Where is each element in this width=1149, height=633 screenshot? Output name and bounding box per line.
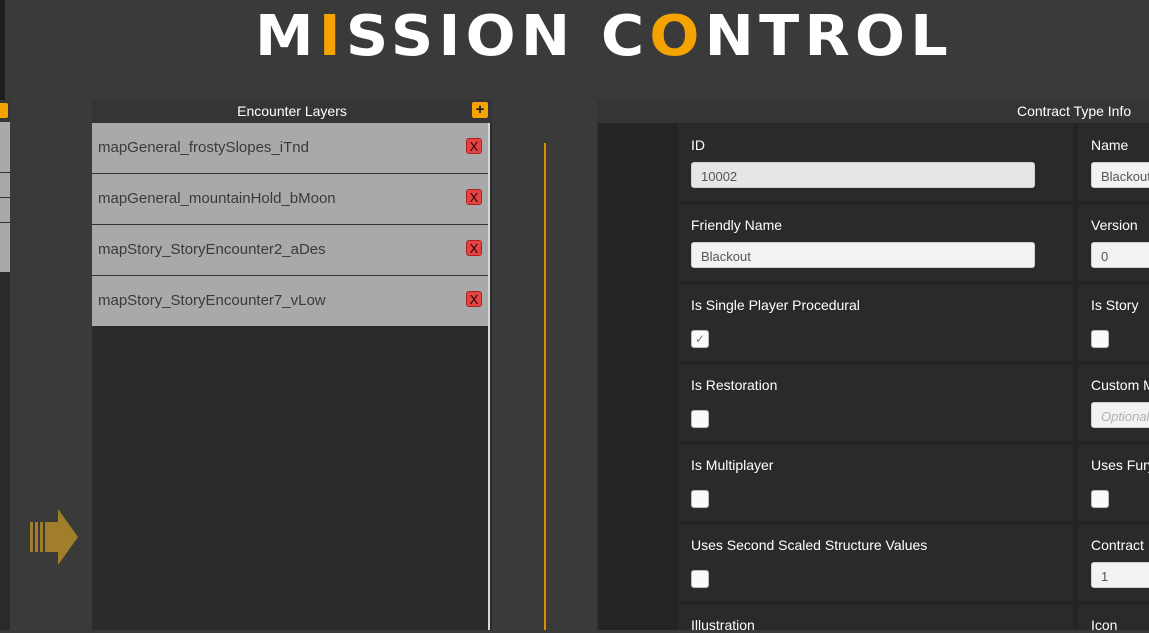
field-is-multiplayer: Is Multiplayer bbox=[678, 444, 1073, 521]
encounter-layer-label: mapGeneral_mountainHold_bMoon bbox=[98, 190, 336, 207]
encounter-layer-item[interactable]: mapGeneral_mountainHold_bMoon X bbox=[92, 174, 488, 225]
previous-panel-add-button[interactable] bbox=[0, 103, 8, 118]
encounter-layers-title: Encounter Layers bbox=[237, 103, 347, 119]
uses-fury-checkbox[interactable] bbox=[1091, 490, 1109, 508]
contract-type-info-title: Contract Type Info bbox=[1017, 103, 1132, 119]
name-field[interactable]: Blackout bbox=[1091, 162, 1149, 188]
encounter-layer-item[interactable]: mapStory_StoryEncounter7_vLow X bbox=[92, 276, 488, 326]
contract-type-info-body: ID 10002 Name Blackout Friendly Name Bla… bbox=[599, 123, 1149, 633]
add-encounter-layer-button[interactable]: + bbox=[472, 102, 488, 118]
previous-panel-rows bbox=[0, 122, 10, 272]
field-is-restoration: Is Restoration bbox=[678, 364, 1073, 441]
custom-m-field[interactable]: Optional bbox=[1091, 402, 1149, 428]
field-name: Name Blackout bbox=[1078, 124, 1149, 201]
field-id: ID 10002 bbox=[678, 124, 1073, 201]
encounter-layer-label: mapStory_StoryEncounter7_vLow bbox=[98, 292, 326, 309]
version-field[interactable]: 0 bbox=[1091, 242, 1149, 268]
field-is-story: Is Story bbox=[1078, 284, 1149, 361]
is-single-player-procedural-checkbox[interactable]: ✓ bbox=[691, 330, 709, 348]
remove-layer-button[interactable]: X bbox=[466, 189, 482, 205]
encounter-layers-scrollbar[interactable] bbox=[488, 123, 490, 630]
field-version: Version 0 bbox=[1078, 204, 1149, 281]
encounter-layer-item[interactable]: mapGeneral_frostySlopes_iTnd X bbox=[92, 123, 488, 174]
encounter-layer-label: mapGeneral_frostySlopes_iTnd bbox=[98, 139, 309, 156]
remove-layer-button[interactable]: X bbox=[466, 138, 482, 154]
field-icon: Icon bbox=[1078, 604, 1149, 633]
contract-field[interactable]: 1 bbox=[1091, 562, 1149, 588]
app-title: MISSION CONTROL bbox=[255, 6, 953, 68]
remove-layer-button[interactable]: X bbox=[466, 240, 482, 256]
friendly-name-field[interactable]: Blackout bbox=[691, 242, 1035, 268]
id-field[interactable]: 10002 bbox=[691, 162, 1035, 188]
contract-type-info-header: Contract Type Info bbox=[597, 99, 1149, 123]
is-multiplayer-checkbox[interactable] bbox=[691, 490, 709, 508]
encounter-layers-list: mapGeneral_frostySlopes_iTnd X mapGenera… bbox=[92, 123, 488, 326]
timeline-divider bbox=[544, 143, 546, 630]
field-illustration: Illustration bbox=[678, 604, 1073, 633]
encounter-layer-label: mapStory_StoryEncounter2_aDes bbox=[98, 241, 326, 258]
uses-second-scaled-checkbox[interactable] bbox=[691, 570, 709, 588]
encounter-layers-panel: Encounter Layers + mapGeneral_frostySlop… bbox=[92, 99, 492, 630]
is-restoration-checkbox[interactable] bbox=[691, 410, 709, 428]
is-story-checkbox[interactable] bbox=[1091, 330, 1109, 348]
previous-panel bbox=[0, 100, 10, 630]
field-uses-second-scaled: Uses Second Scaled Structure Values bbox=[678, 524, 1073, 601]
field-custom-m: Custom M Optional bbox=[1078, 364, 1149, 441]
field-uses-fury: Uses Fury bbox=[1078, 444, 1149, 521]
field-friendly-name: Friendly Name Blackout bbox=[678, 204, 1073, 281]
remove-layer-button[interactable]: X bbox=[466, 291, 482, 307]
encounter-layers-header: Encounter Layers + bbox=[92, 99, 492, 123]
field-is-single-player-procedural: Is Single Player Procedural ✓ bbox=[678, 284, 1073, 361]
contract-type-info-panel: Contract Type Info ID 10002 Name Blackou… bbox=[597, 99, 1149, 633]
next-arrow-icon[interactable] bbox=[28, 507, 78, 567]
field-contract: Contract 1 bbox=[1078, 524, 1149, 601]
encounter-layer-item[interactable]: mapStory_StoryEncounter2_aDes X bbox=[92, 225, 488, 276]
